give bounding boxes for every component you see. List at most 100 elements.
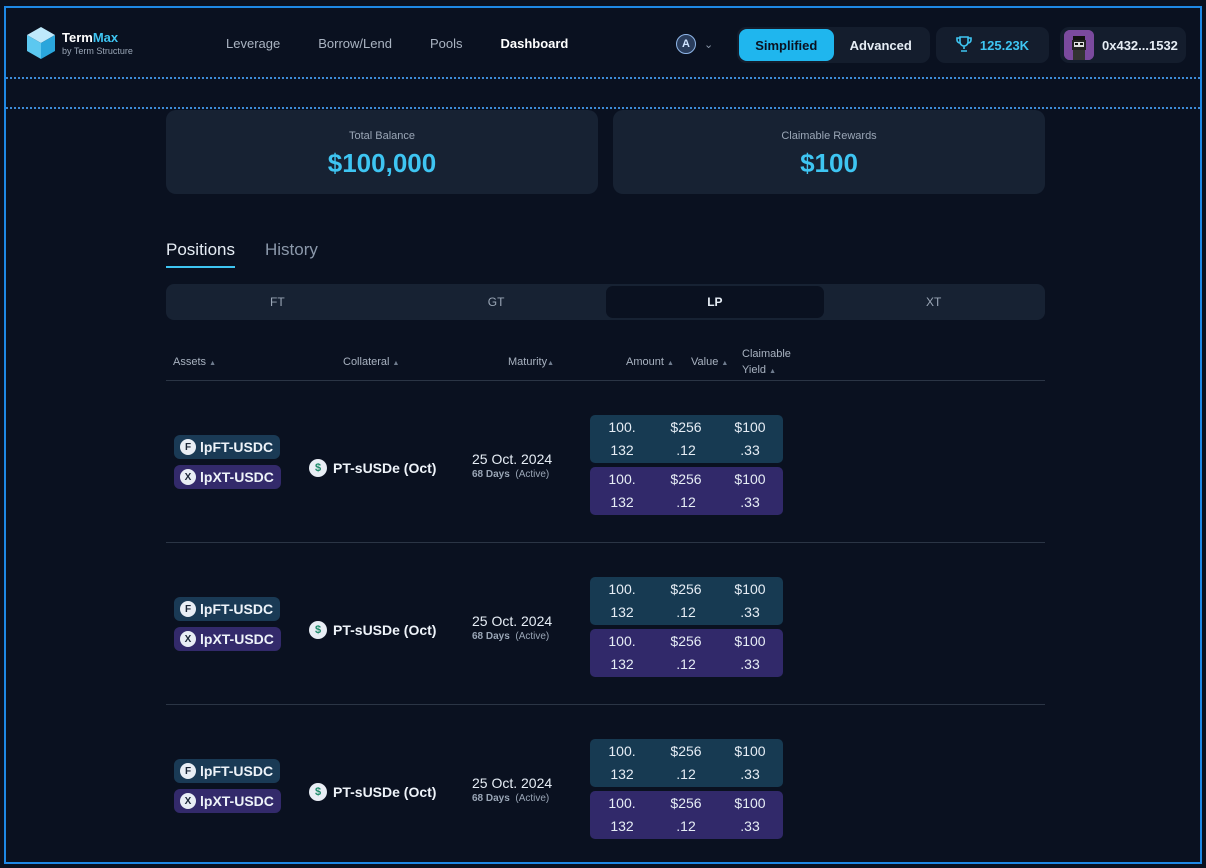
ft-amount: 100. 132 (608, 743, 636, 782)
collateral-label: PT-sUSDe (Oct) (333, 622, 437, 638)
simplified-button[interactable]: Simplified (739, 29, 834, 61)
maturity-days: 68 Days (472, 793, 510, 804)
dashboard-tabs: Positions History (166, 240, 318, 268)
points-badge[interactable]: 125.23K (936, 27, 1049, 63)
logo-name: TermMax (62, 29, 119, 45)
maturity-days: 68 Days (472, 469, 510, 480)
divider (6, 77, 1200, 79)
arbitrum-icon: A (676, 34, 696, 54)
ft-value: $256.12 (670, 743, 702, 782)
table-row[interactable]: F lpFT-USDC X lpXT-USDC $ PT-sUSDe (Oct)… (166, 705, 1045, 867)
column-header-assets[interactable]: Assets ▲ (173, 354, 216, 372)
nav-borrow-lend[interactable]: Borrow/Lend (318, 36, 392, 51)
claimable-rewards-value: $100 (800, 148, 858, 178)
column-header-collateral[interactable]: Collateral ▲ (343, 354, 399, 372)
collateral-label: PT-sUSDe (Oct) (333, 460, 437, 476)
xt-value: $256.12 (670, 795, 702, 834)
ft-claimable-yield: $100.33 (734, 419, 766, 458)
asset-ft-pill: F lpFT-USDC (174, 597, 281, 621)
ft-claimable-yield: $100.33 (734, 581, 766, 620)
xt-claimable-yield: $100.33 (734, 633, 766, 672)
column-header-value[interactable]: Value ▲ (691, 354, 728, 372)
maturity-status: (Active) (515, 793, 550, 804)
xt-token-icon: X (180, 469, 196, 485)
token-type-selector: FT GT LP XT (166, 284, 1045, 320)
xt-amount: 100. 132 (608, 633, 636, 672)
sort-icon: ▲ (666, 360, 674, 367)
segment-lp[interactable]: LP (605, 286, 825, 318)
main-nav: Leverage Borrow/Lend Pools Dashboard (226, 36, 606, 51)
tab-positions[interactable]: Positions (166, 240, 235, 268)
ft-token-icon: F (180, 763, 196, 779)
xt-values-box: 100. 132 $256.12 $100.33 (590, 629, 783, 677)
maturity-cell: 25 Oct. 2024 68 Days (Active) (472, 451, 552, 480)
ft-values-box: 100. 132 $256.12 $100.33 (590, 739, 783, 787)
asset-xt-pill: X lpXT-USDC (174, 465, 281, 489)
segment-gt[interactable]: GT (387, 286, 606, 318)
sort-icon: ▲ (721, 360, 729, 367)
maturity-status: (Active) (515, 631, 550, 642)
maturity-cell: 25 Oct. 2024 68 Days (Active) (472, 613, 552, 642)
avatar (1064, 30, 1094, 60)
trophy-icon (956, 35, 972, 55)
maturity-date: 25 Oct. 2024 (472, 613, 553, 629)
sort-icon: ▲ (209, 360, 217, 367)
claimable-rewards-card: Claimable Rewards $100 (613, 110, 1045, 194)
logo-subtitle: by Term Structure (62, 45, 133, 56)
total-balance-value: $100,000 (327, 148, 437, 178)
wallet-address: 0x432...1532 (1102, 37, 1178, 53)
asset-xt-label: lpXT-USDC (200, 631, 274, 647)
ft-values-box: 100. 132 $256.12 $100.33 (590, 577, 783, 625)
nav-pools[interactable]: Pools (430, 36, 463, 51)
collateral-cell: $ PT-sUSDe (Oct) (309, 459, 436, 477)
xt-value: $256.12 (670, 471, 702, 510)
app-frame: TermMax by Term Structure Leverage Borro… (4, 6, 1202, 864)
maturity-status: (Active) (515, 469, 550, 480)
asset-ft-label: lpFT-USDC (200, 601, 274, 617)
xt-amount: 100. 132 (608, 471, 636, 510)
collateral-cell: $ PT-sUSDe (Oct) (309, 783, 436, 801)
column-header-amount[interactable]: Amount ▲ (626, 354, 674, 372)
advanced-button[interactable]: Advanced (834, 29, 929, 61)
collateral-label: PT-sUSDe (Oct) (333, 784, 437, 800)
susde-token-icon: $ (309, 783, 327, 801)
network-selector[interactable]: A ⌄ (676, 34, 713, 54)
divider (166, 542, 1045, 543)
asset-ft-label: lpFT-USDC (200, 763, 274, 779)
column-header-maturity[interactable]: Maturity▲ (508, 354, 554, 372)
chevron-down-icon: ⌄ (704, 38, 714, 51)
logo[interactable]: TermMax by Term Structure (26, 26, 133, 60)
xt-token-icon: X (180, 631, 196, 647)
divider (166, 704, 1045, 705)
xt-claimable-yield: $100.33 (734, 471, 766, 510)
asset-ft-label: lpFT-USDC (200, 439, 274, 455)
tab-history[interactable]: History (265, 240, 318, 268)
column-header-claimable-yield[interactable]: Claimable Yield ▲ (742, 346, 791, 380)
wallet-button[interactable]: 0x432...1532 (1060, 27, 1186, 63)
ft-amount: 100. 132 (608, 581, 636, 620)
collateral-cell: $ PT-sUSDe (Oct) (309, 621, 436, 639)
divider (6, 107, 1200, 109)
points-value: 125.23K (979, 37, 1030, 53)
mode-toggle: Simplified Advanced (737, 27, 930, 63)
top-navbar: TermMax by Term Structure Leverage Borro… (6, 8, 1200, 78)
total-balance-label: Total Balance (348, 130, 416, 142)
nav-leverage[interactable]: Leverage (226, 36, 280, 51)
nav-dashboard[interactable]: Dashboard (500, 36, 568, 51)
sort-icon: ▲ (392, 360, 400, 367)
asset-xt-pill: X lpXT-USDC (174, 789, 281, 813)
xt-amount: 100. 132 (608, 795, 636, 834)
cube-logo-icon (26, 26, 56, 60)
segment-ft[interactable]: FT (168, 286, 387, 318)
total-balance-card: Total Balance $100,000 (166, 110, 598, 194)
maturity-date: 25 Oct. 2024 (472, 775, 553, 791)
claimable-rewards-label: Claimable Rewards (781, 130, 877, 142)
ft-amount: 100. 132 (608, 419, 636, 458)
table-row[interactable]: F lpFT-USDC X lpXT-USDC $ PT-sUSDe (Oct)… (166, 543, 1045, 705)
asset-xt-pill: X lpXT-USDC (174, 627, 281, 651)
table-row[interactable]: F lpFT-USDC X lpXT-USDC $ PT-sUSDe (Oct)… (166, 381, 1045, 543)
segment-xt[interactable]: XT (824, 286, 1043, 318)
sort-icon: ▲ (769, 368, 777, 375)
xt-token-icon: X (180, 793, 196, 809)
susde-token-icon: $ (309, 621, 327, 639)
